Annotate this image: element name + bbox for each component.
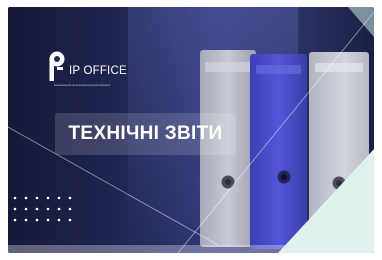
ip-office-logo: IP OFFICE Національний орган інтелектуал… [48, 50, 140, 102]
title-box: ТЕХНІЧНІ ЗВІТИ [55, 113, 236, 155]
reports-banner[interactable]: IP OFFICE Національний орган інтелектуал… [8, 7, 374, 253]
shelf [8, 245, 374, 253]
binder-purple [250, 54, 307, 249]
brand-subtitle: Національний орган інтелектуальної власн… [54, 84, 111, 87]
brand-name: IP OFFICE [69, 65, 127, 77]
ip-office-logo-icon [49, 51, 65, 81]
page-title: ТЕХНІЧНІ ЗВІТИ [68, 123, 223, 144]
